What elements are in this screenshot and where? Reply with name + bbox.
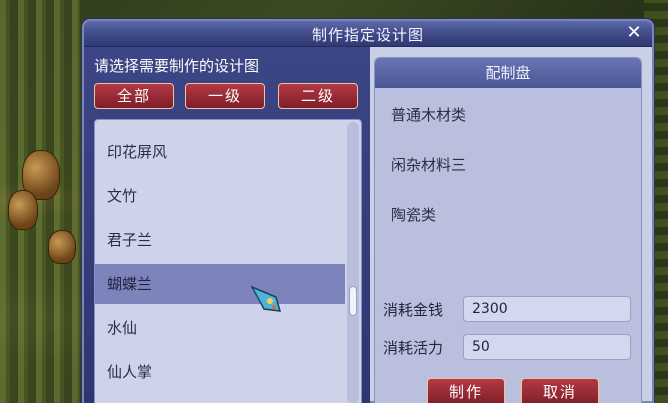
filter-tabs: 全部 一级 二级 bbox=[94, 83, 360, 109]
cancel-button[interactable]: 取消 bbox=[521, 378, 599, 403]
list-item-selected[interactable]: 蝴蝶兰 bbox=[95, 264, 345, 304]
make-button[interactable]: 制作 bbox=[427, 378, 505, 403]
clay-pot bbox=[48, 230, 76, 264]
gem-cursor-icon bbox=[250, 285, 282, 312]
list-item[interactable]: 仙人掌 bbox=[95, 352, 345, 392]
material-item: 闲杂材料三 bbox=[391, 156, 467, 174]
list-item[interactable]: 君子兰 bbox=[95, 220, 345, 260]
scrollbar[interactable] bbox=[347, 122, 359, 403]
recipe-panel-header: 配制盘 bbox=[375, 58, 641, 88]
filter-all-button[interactable]: 全部 bbox=[94, 83, 174, 109]
clay-pot bbox=[8, 190, 38, 230]
money-cost-label: 消耗金钱 bbox=[383, 301, 444, 319]
selection-prompt: 请选择需要制作的设计图 bbox=[94, 57, 260, 75]
energy-cost-label: 消耗活力 bbox=[383, 339, 444, 357]
energy-cost-row: 消耗活力 50 bbox=[383, 334, 635, 362]
list-item[interactable]: 印花屏风 bbox=[95, 132, 345, 172]
dialog-title: 制作指定设计图 bbox=[311, 26, 424, 44]
scrollbar-thumb[interactable] bbox=[349, 286, 357, 316]
list-item[interactable]: 水仙 bbox=[95, 308, 345, 348]
list-item[interactable]: 文竹 bbox=[95, 176, 345, 216]
recipe-panel: 配制盘 普通木材类 闲杂材料三 陶瓷类 消耗金钱 2300 消耗活力 50 制作… bbox=[374, 57, 642, 403]
material-item: 陶瓷类 bbox=[391, 206, 437, 224]
title-bar[interactable]: 制作指定设计图 ✕ bbox=[84, 21, 652, 47]
crafting-dialog: 制作指定设计图 ✕ 请选择需要制作的设计图 全部 一级 二级 印花屏风 文竹 君… bbox=[82, 19, 654, 403]
filter-level1-button[interactable]: 一级 bbox=[185, 83, 265, 109]
blueprint-list[interactable]: 印花屏风 文竹 君子兰 蝴蝶兰 水仙 仙人掌 bbox=[94, 119, 362, 403]
close-icon[interactable]: ✕ bbox=[624, 23, 644, 43]
energy-cost-value: 50 bbox=[463, 334, 631, 360]
filter-level2-button[interactable]: 二级 bbox=[278, 83, 358, 109]
material-item: 普通木材类 bbox=[391, 106, 467, 124]
money-cost-value: 2300 bbox=[463, 296, 631, 322]
money-cost-row: 消耗金钱 2300 bbox=[383, 296, 635, 324]
